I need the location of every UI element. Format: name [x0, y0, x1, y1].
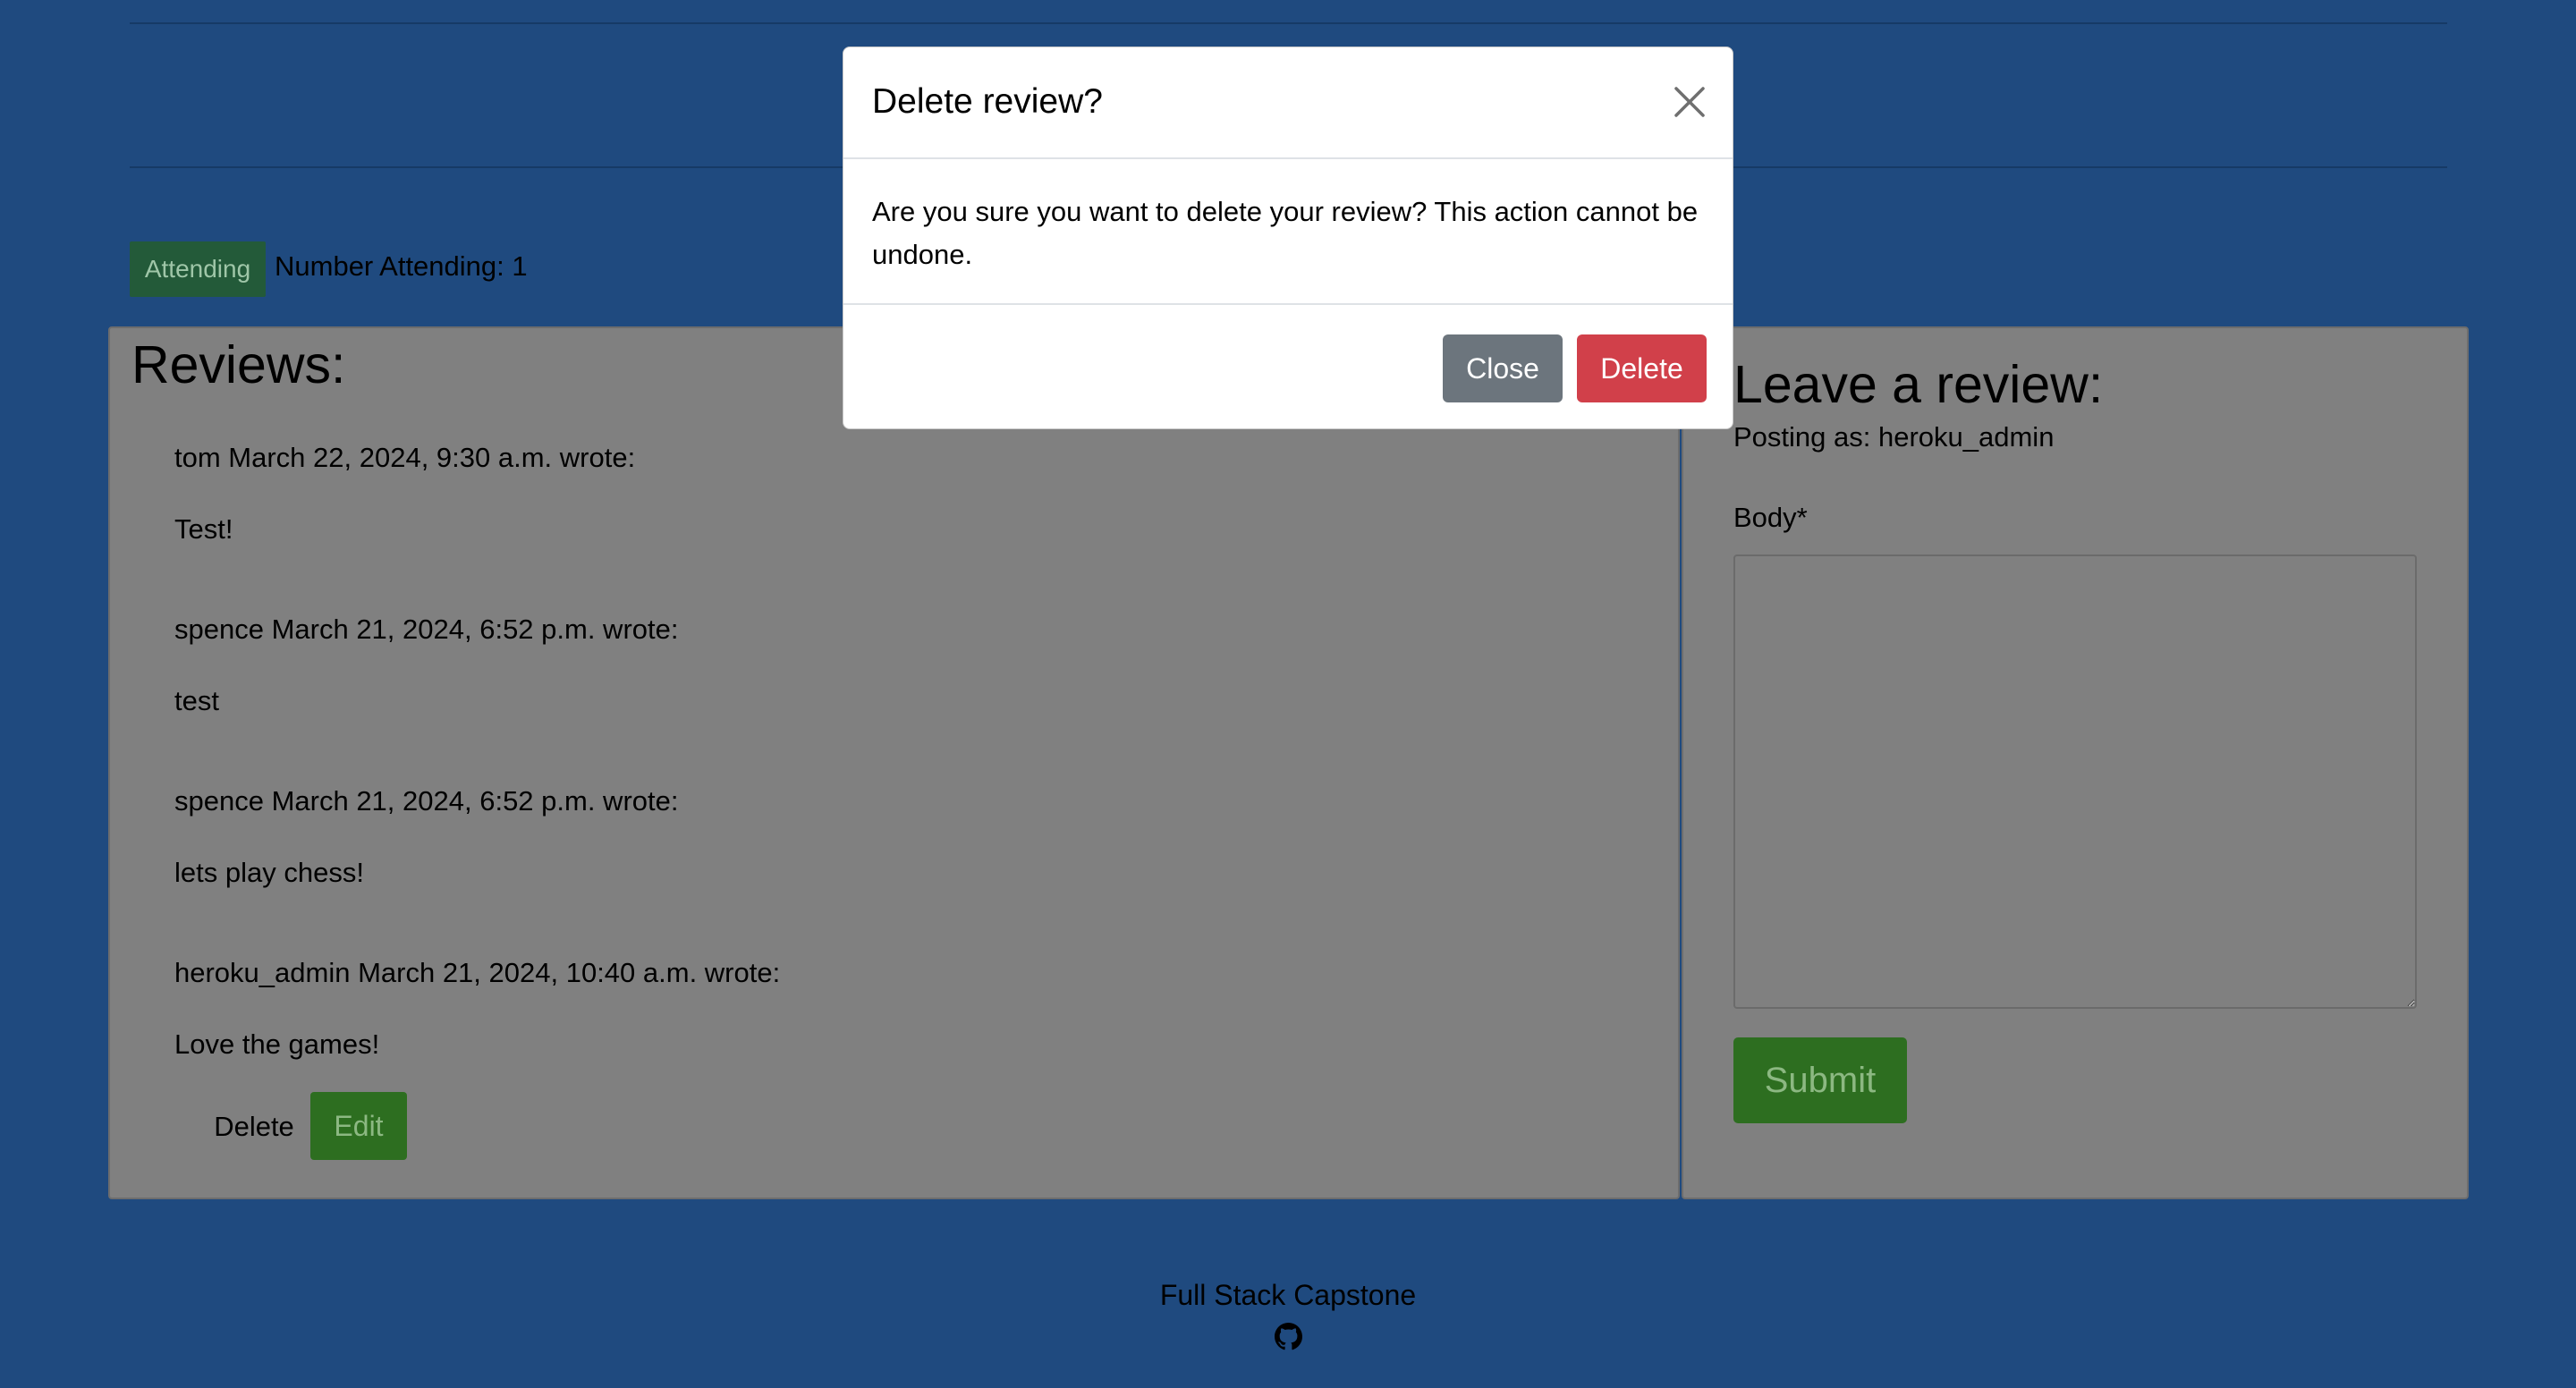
- modal-close-button[interactable]: Close: [1443, 334, 1563, 402]
- submit-button[interactable]: Submit: [1733, 1037, 1907, 1123]
- edit-review-button[interactable]: Edit: [310, 1092, 407, 1160]
- modal-body-text: Are you sure you want to delete your rev…: [872, 196, 1699, 270]
- review-form-panel: Leave a review: Posting as: heroku_admin…: [1682, 326, 2469, 1199]
- modal-footer: Close Delete: [843, 303, 1733, 428]
- reviews-panel: Reviews: tom March 22, 2024, 9:30 a.m. w…: [108, 326, 1680, 1199]
- modal-title: Delete review?: [872, 82, 1103, 121]
- footer-text: Full Stack Capstone: [1159, 1279, 1417, 1311]
- github-icon[interactable]: [1275, 1323, 1302, 1350]
- review-body: test: [174, 685, 219, 716]
- review-body-textarea[interactable]: [1733, 554, 2417, 1009]
- review-meta: spence March 21, 2024, 6:52 p.m. wrote:: [174, 614, 679, 645]
- reviews-heading: Reviews:: [131, 335, 346, 394]
- posting-as: Posting as: heroku_admin: [1733, 421, 2055, 453]
- delete-review-modal: Delete review? Are you sure you want to …: [843, 47, 1733, 429]
- review-body: lets play chess!: [174, 857, 364, 888]
- review-body: Love the games!: [174, 1028, 380, 1060]
- review-form-heading: Leave a review:: [1733, 355, 2104, 414]
- attending-badge[interactable]: Attending: [130, 241, 266, 297]
- close-icon[interactable]: [1672, 84, 1707, 120]
- attending-count: Number Attending: 1: [275, 250, 528, 282]
- top-divider: [130, 22, 2447, 24]
- review-body: Test!: [174, 513, 233, 545]
- modal-delete-button[interactable]: Delete: [1577, 334, 1707, 402]
- review-meta: spence March 21, 2024, 6:52 p.m. wrote:: [174, 785, 679, 817]
- delete-review-button[interactable]: Delete: [196, 1094, 312, 1160]
- review-meta: heroku_admin March 21, 2024, 10:40 a.m. …: [174, 957, 781, 988]
- review-meta: tom March 22, 2024, 9:30 a.m. wrote:: [174, 442, 636, 473]
- body-label: Body*: [1733, 502, 1808, 533]
- modal-header: Delete review?: [843, 47, 1733, 159]
